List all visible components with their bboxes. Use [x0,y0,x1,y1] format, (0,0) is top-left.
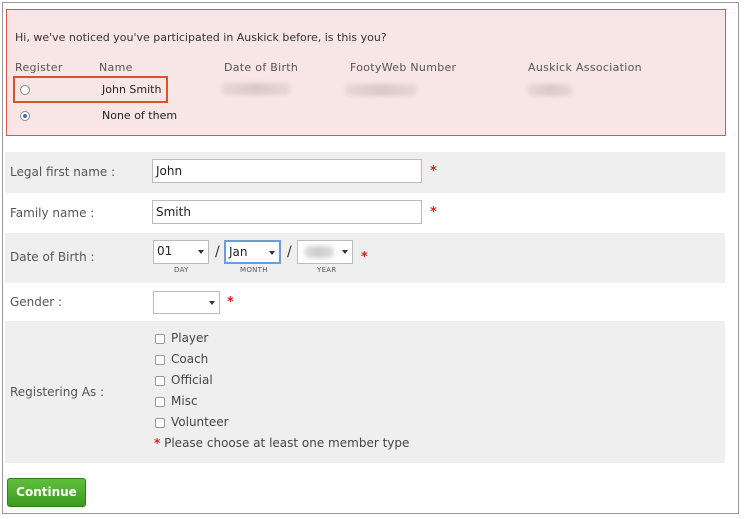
checkbox-official[interactable] [155,376,165,386]
first-name-input[interactable]: John [152,159,422,183]
candidate-radio-none[interactable] [20,111,30,121]
dob-month-value: Jan [229,245,248,259]
checkbox-volunteer-label: Volunteer [171,415,229,429]
previous-participant-notice: Hi, we've noticed you've participated in… [6,9,726,136]
gender-row: Gender : * [5,283,725,321]
first-name-row: Legal first name : John * [5,152,725,193]
checkbox-misc[interactable] [155,397,165,407]
family-name-input[interactable]: Smith [152,200,422,224]
redacted-footyweb [345,84,417,96]
checkbox-coach[interactable] [155,355,165,365]
chevron-down-icon [209,301,215,305]
checkbox-volunteer[interactable] [155,418,165,428]
required-marker: * [361,250,368,265]
dob-separator: / [215,244,220,260]
family-name-label: Family name : [10,206,95,220]
gender-label: Gender : [10,295,63,309]
checkbox-player-label: Player [171,331,209,345]
chevron-down-icon [342,250,348,254]
note-text: Please choose at least one member type [164,436,410,450]
redacted-association [527,84,573,96]
gender-select[interactable] [153,291,220,314]
redacted-dob [221,83,291,95]
dob-day-select[interactable]: 01 [153,240,209,264]
first-name-label: Legal first name : [10,165,116,179]
registering-as-row: Registering As : Player Coach Official M… [5,321,725,463]
member-type-note: * Please choose at least one member type [154,436,409,450]
family-name-row: Family name : Smith * [5,193,725,233]
dob-day-caption: DAY [174,266,189,274]
dob-label: Date of Birth : [10,250,95,264]
checkbox-coach-label: Coach [171,352,209,366]
dob-year-select[interactable] [297,240,353,264]
redacted-year [304,246,334,258]
dob-row: Date of Birth : 01 DAY / Jan MONTH / YEA… [5,233,725,283]
dob-day-value: 01 [157,244,173,258]
header-association: Auskick Association [528,61,642,74]
header-footyweb: FootyWeb Number [350,61,457,74]
header-name: Name [99,61,133,74]
continue-button[interactable]: Continue [7,478,86,507]
note-required-marker: * [154,436,161,450]
registering-as-label: Registering As : [10,385,105,399]
required-marker: * [430,164,437,179]
header-dob: Date of Birth [224,61,299,74]
dob-month-caption: MONTH [240,266,268,274]
checkbox-official-label: Official [171,373,213,387]
candidate-name: John Smith [102,83,162,96]
required-marker: * [430,205,437,220]
dob-month-select[interactable]: Jan [224,240,281,264]
required-marker: * [227,295,234,310]
notice-message: Hi, we've noticed you've participated in… [15,31,387,44]
header-register: Register [15,61,63,74]
chevron-down-icon [198,250,204,254]
candidate-radio-john-smith[interactable] [20,85,30,95]
chevron-down-icon [269,251,275,255]
checkbox-misc-label: Misc [171,394,198,408]
dob-year-caption: YEAR [317,266,337,274]
candidate-none-label: None of them [102,109,178,122]
dob-separator: / [287,244,292,260]
checkbox-player[interactable] [155,334,165,344]
